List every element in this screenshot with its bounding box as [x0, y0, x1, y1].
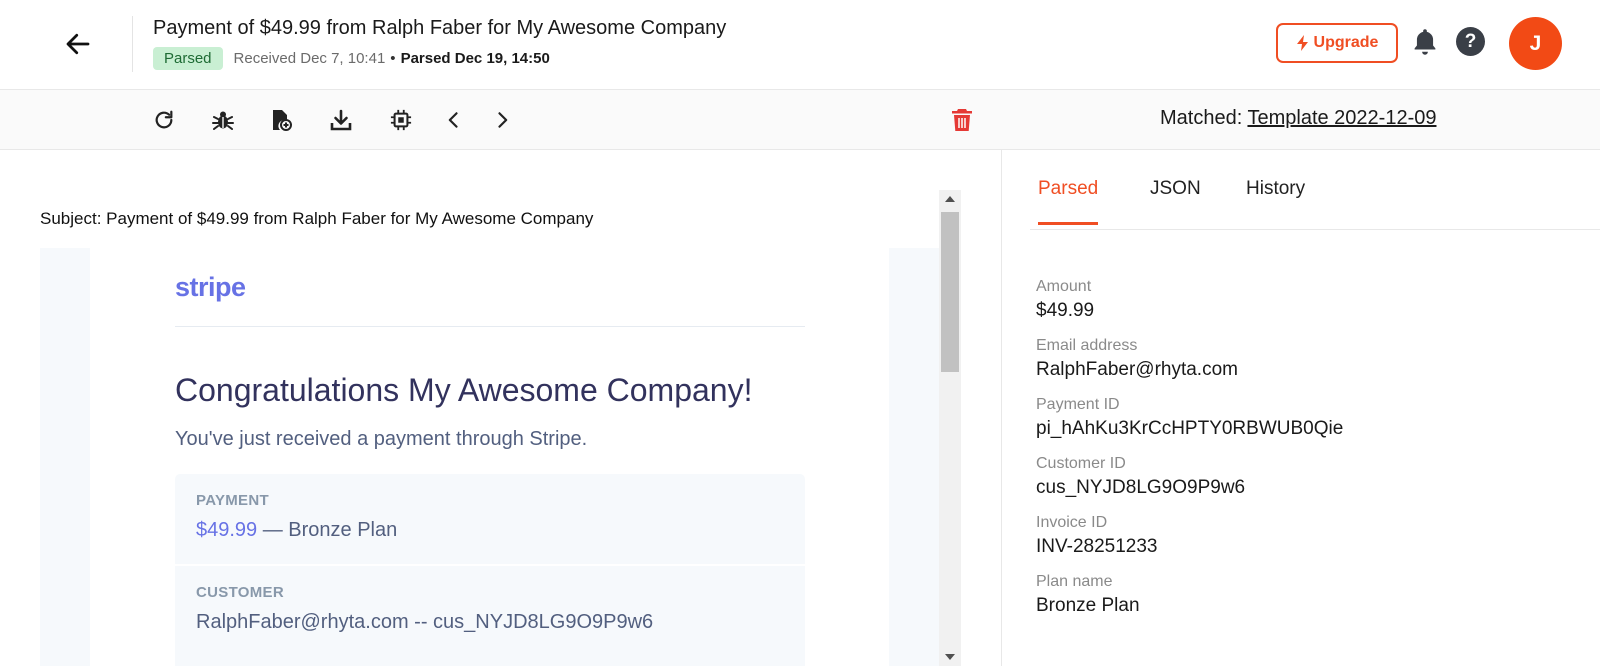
debug-button[interactable]	[210, 107, 236, 133]
parsed-fields: Amount $49.99 Email address RalphFaber@r…	[1036, 278, 1343, 632]
toolbar: Matched: Template 2022-12-09	[0, 90, 1600, 150]
parsed-data-panel: Parsed JSON History Amount $49.99 Email …	[1001, 150, 1600, 666]
email-preview-pane: Subject: Payment of $49.99 from Ralph Fa…	[0, 150, 1000, 666]
back-button[interactable]	[60, 26, 96, 62]
field-customer-id: Customer ID cus_NYJD8LG9O9P9w6	[1036, 455, 1343, 499]
payment-info-box: PAYMENT $49.99 — Bronze Plan CUSTOMER Ra…	[175, 474, 805, 666]
email-body-frame: stripe Congratulations My Awesome Compan…	[40, 248, 939, 666]
tab-json[interactable]: JSON	[1150, 178, 1201, 222]
upgrade-button[interactable]: Upgrade	[1276, 23, 1398, 63]
bug-icon	[212, 111, 234, 130]
download-icon	[330, 109, 352, 131]
tab-history[interactable]: History	[1246, 178, 1305, 222]
payment-label: PAYMENT	[196, 492, 269, 509]
field-value: pi_hAhKu3KrCcHPTY0RBWUB0Qie	[1036, 418, 1344, 439]
scroll-up-button[interactable]	[939, 190, 961, 208]
tab-parsed[interactable]: Parsed	[1038, 178, 1099, 225]
field-label: Customer ID	[1036, 455, 1126, 472]
field-value: Bronze Plan	[1036, 595, 1140, 616]
payment-value: $49.99 — Bronze Plan	[196, 519, 784, 542]
triangle-up-icon	[945, 196, 955, 202]
help-icon[interactable]: ?	[1456, 27, 1485, 56]
field-email-address: Email address RalphFaber@rhyta.com	[1036, 337, 1343, 381]
field-plan-name: Plan name Bronze Plan	[1036, 573, 1343, 617]
bell-icon	[1414, 29, 1436, 55]
avatar[interactable]: J	[1509, 17, 1562, 70]
email-message: You've just received a payment through S…	[175, 428, 588, 450]
app-header: Payment of $49.99 from Ralph Faber for M…	[0, 0, 1600, 90]
received-timestamp: Received Dec 7, 10:41	[233, 50, 386, 67]
customer-label: CUSTOMER	[196, 584, 284, 601]
field-amount: Amount $49.99	[1036, 278, 1343, 322]
customer-section: CUSTOMER RalphFaber@rhyta.com -- cus_NYJ…	[175, 564, 805, 654]
download-button[interactable]	[328, 107, 354, 133]
chip-icon	[390, 109, 412, 131]
notifications-button[interactable]	[1411, 27, 1439, 57]
trash-icon	[952, 109, 972, 131]
field-value: cus_NYJD8LG9O9P9w6	[1036, 477, 1246, 498]
matched-template: Matched: Template 2022-12-09	[1160, 107, 1436, 130]
field-value: RalphFaber@rhyta.com	[1036, 359, 1238, 380]
chevron-right-icon	[498, 112, 508, 128]
parsed-timestamp: Parsed Dec 19, 14:50	[400, 50, 550, 67]
previous-button[interactable]	[441, 107, 467, 133]
processor-button[interactable]	[388, 107, 414, 133]
lightning-icon	[1296, 35, 1308, 51]
field-invoice-id: Invoice ID INV-28251233	[1036, 514, 1343, 558]
field-label: Amount	[1036, 278, 1092, 295]
next-button[interactable]	[489, 107, 515, 133]
payment-amount: $49.99	[196, 519, 258, 541]
arrow-left-icon	[66, 33, 90, 55]
field-value: INV-28251233	[1036, 536, 1158, 557]
email-divider	[175, 326, 805, 327]
field-label: Invoice ID	[1036, 514, 1108, 531]
email-subject: Subject: Payment of $49.99 from Ralph Fa…	[40, 209, 594, 228]
status-badge: Parsed	[153, 47, 223, 70]
field-payment-id: Payment ID pi_hAhKu3KrCcHPTY0RBWUB0Qie	[1036, 396, 1343, 440]
panel-tabs: Parsed JSON History	[1030, 150, 1600, 230]
add-document-button[interactable]	[268, 107, 294, 133]
field-value: $49.99	[1036, 300, 1095, 321]
add-file-icon	[273, 110, 292, 131]
header-divider	[132, 16, 133, 72]
email-card: stripe Congratulations My Awesome Compan…	[90, 248, 889, 666]
refresh-icon	[155, 110, 173, 129]
email-scrollbar[interactable]	[939, 190, 961, 666]
upgrade-label: Upgrade	[1313, 34, 1379, 51]
stripe-logo: stripe	[175, 272, 246, 302]
payment-plan: — Bronze Plan	[257, 519, 398, 541]
payment-section: PAYMENT $49.99 — Bronze Plan	[175, 474, 805, 564]
chevron-left-icon	[448, 112, 458, 128]
triangle-down-icon	[945, 654, 955, 660]
field-label: Payment ID	[1036, 396, 1120, 413]
field-label: Email address	[1036, 337, 1138, 354]
meta-separator: •	[390, 50, 396, 67]
scroll-thumb[interactable]	[941, 212, 959, 372]
field-label: Plan name	[1036, 573, 1113, 590]
customer-value: RalphFaber@rhyta.com -- cus_NYJD8LG9O9P9…	[196, 611, 654, 633]
matched-label: Matched:	[1160, 107, 1243, 129]
refresh-button[interactable]	[151, 107, 177, 133]
template-link[interactable]: Template 2022-12-09	[1247, 107, 1436, 129]
page-title: Payment of $49.99 from Ralph Faber for M…	[153, 17, 727, 39]
document-meta: Parsed Received Dec 7, 10:41 • Parsed De…	[153, 47, 550, 70]
email-heading: Congratulations My Awesome Company!	[175, 372, 753, 408]
delete-button[interactable]	[949, 107, 975, 133]
scroll-down-button[interactable]	[939, 648, 961, 666]
